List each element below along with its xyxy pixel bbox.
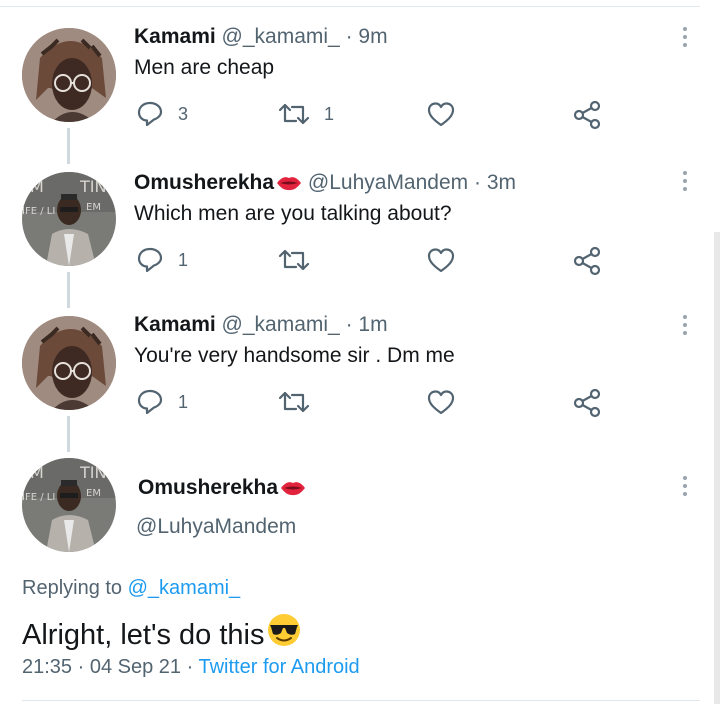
tweet-date[interactable]: 04 Sep 21 [90, 656, 181, 678]
smiling-face-with-sunglasses-emoji-icon [268, 614, 301, 646]
share-button[interactable] [572, 246, 602, 276]
focused-tweet-text: Alright, let's do this [22, 612, 302, 652]
tweet-header: Omusherekha [138, 476, 306, 500]
author-name[interactable]: Omusherekha [134, 171, 274, 194]
avatar[interactable] [22, 28, 116, 122]
share-button[interactable] [572, 388, 602, 418]
avatar[interactable] [22, 172, 116, 266]
author-name[interactable]: Kamami [134, 313, 216, 336]
lips-emoji-icon [277, 177, 302, 191]
like-button[interactable] [426, 388, 470, 416]
scrollbar[interactable] [714, 232, 720, 704]
replying-to-line: Replying to @_kamami_ [22, 577, 240, 600]
retweet-icon [278, 391, 310, 413]
more-options-icon[interactable] [682, 476, 688, 500]
tweet-source[interactable]: Twitter for Android [199, 656, 360, 678]
more-options-icon[interactable] [682, 171, 688, 195]
tweet-meta: 21:35 · 04 Sep 21 · Twitter for Android [22, 656, 360, 678]
replying-to-prefix: Replying to [22, 577, 123, 599]
reply-count: 1 [178, 391, 189, 412]
author-handle[interactable]: @_kamami_ [222, 313, 340, 336]
share-icon [573, 388, 601, 418]
tweet-header: Kamami @_kamami_ · 1m [134, 313, 388, 336]
tweet-time[interactable]: 9m [358, 25, 387, 48]
author-name[interactable]: Omusherekha [138, 476, 278, 499]
reply-button[interactable]: 1 [136, 246, 188, 274]
reply-count: 1 [178, 249, 189, 270]
heart-icon [427, 248, 455, 273]
tweet-time[interactable]: 3m [487, 171, 516, 194]
tweet-text: You're very handsome sir . Dm me [134, 344, 455, 367]
replying-to-link[interactable]: @_kamami_ [128, 577, 241, 599]
avatar[interactable] [22, 316, 116, 410]
retweet-icon [278, 249, 310, 271]
tweet-actions: 3 1 [136, 100, 606, 130]
retweet-count: 1 [324, 103, 335, 124]
author-handle[interactable]: @LuhyaMandem [136, 515, 296, 539]
heart-icon [427, 102, 455, 127]
reply-icon [137, 389, 163, 415]
thread-connector-line [67, 416, 70, 452]
reply-icon [137, 247, 163, 273]
more-options-icon[interactable] [682, 27, 688, 51]
tweet-actions: 1 [136, 388, 606, 418]
tweet-text: Which men are you talking about? [134, 202, 452, 225]
retweet-icon [278, 103, 310, 125]
share-icon [573, 246, 601, 276]
like-button[interactable] [426, 246, 470, 274]
reply-count: 3 [178, 103, 189, 124]
avatar[interactable] [22, 458, 116, 552]
reply-icon [137, 101, 163, 127]
retweet-button[interactable] [278, 246, 324, 274]
tweet-text: Men are cheap [134, 56, 275, 79]
heart-icon [427, 390, 455, 415]
tweet-header: Kamami @_kamami_ · 9m [134, 25, 388, 48]
retweet-button[interactable]: 1 [278, 100, 334, 128]
thread-connector-line [67, 272, 70, 308]
tweet-timestamp[interactable]: 21:35 [22, 656, 72, 678]
tweet-time[interactable]: 1m [358, 313, 387, 336]
share-button[interactable] [572, 100, 602, 130]
thread-connector-line [67, 128, 70, 164]
author-name[interactable]: Kamami [134, 25, 216, 48]
retweet-button[interactable] [278, 388, 324, 416]
reply-button[interactable]: 1 [136, 388, 188, 416]
top-divider [0, 6, 700, 7]
more-options-icon[interactable] [682, 315, 688, 339]
bottom-divider [22, 700, 700, 701]
tweet-actions: 1 [136, 246, 606, 276]
author-handle[interactable]: @_kamami_ [222, 25, 340, 48]
share-icon [573, 100, 601, 130]
author-handle[interactable]: @LuhyaMandem [308, 171, 468, 194]
reply-button[interactable]: 3 [136, 100, 188, 128]
lips-emoji-icon [281, 482, 306, 496]
like-button[interactable] [426, 100, 470, 128]
tweet-header: Omusherekha @LuhyaMandem · 3m [134, 171, 517, 194]
